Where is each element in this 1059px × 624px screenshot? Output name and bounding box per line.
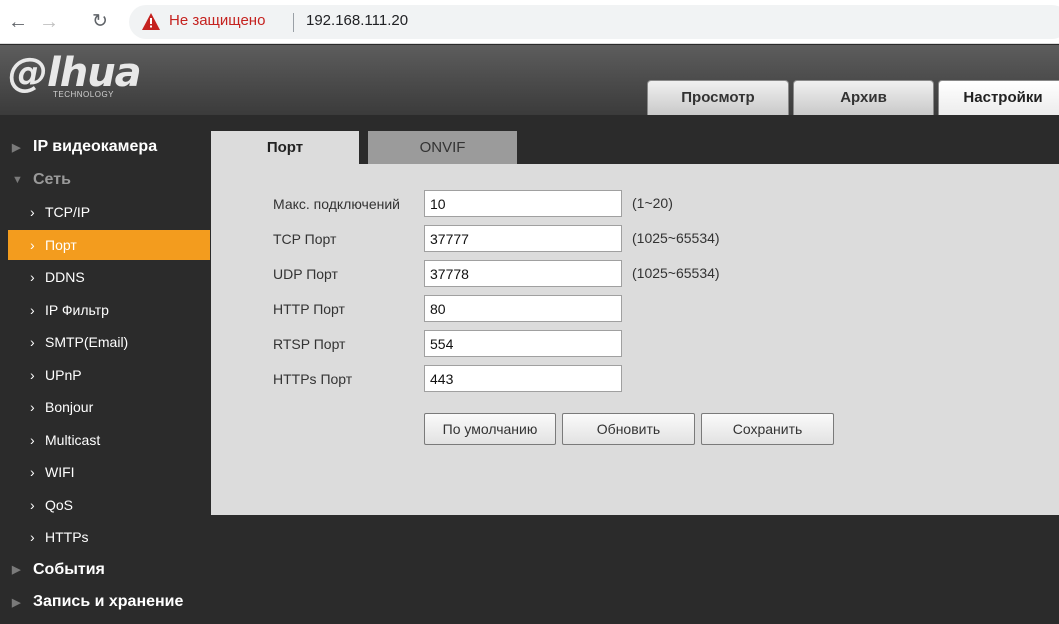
field-range: (1025~65534) <box>632 265 720 281</box>
sidebar-item-storage[interactable]: ▶ Запись и хранение <box>0 586 210 619</box>
chevron-right-icon: › <box>30 204 35 221</box>
tab-port[interactable]: Порт <box>211 131 359 164</box>
triangle-right-icon: ▶ <box>12 141 21 154</box>
security-status[interactable]: Не защищено <box>169 12 265 29</box>
app-header: @lhua TECHNOLOGY Просмотр Архив Настройк… <box>0 45 1059 115</box>
arrow-left-icon[interactable]: ← <box>5 9 31 35</box>
sidebar-item-label: SMTP(Email) <box>45 334 129 351</box>
field-label: Макс. подключений <box>273 196 400 212</box>
tcp-port-input[interactable] <box>424 225 622 252</box>
sidebar-item-label: Сеть <box>33 170 71 188</box>
udp-port-input[interactable] <box>424 260 622 287</box>
sidebar-item-label: События <box>33 560 105 578</box>
field-label: UDP Порт <box>273 266 338 282</box>
chevron-right-icon: › <box>30 399 35 416</box>
refresh-button[interactable]: Обновить <box>562 413 695 445</box>
sidebar-item-smtp[interactable]: › SMTP(Email) <box>0 326 210 359</box>
sidebar-item-events[interactable]: ▶ События <box>0 554 210 587</box>
rtsp-port-input[interactable] <box>424 330 622 357</box>
save-button[interactable]: Сохранить <box>701 413 834 445</box>
chevron-right-icon: › <box>30 431 35 448</box>
sidebar-item-upnp[interactable]: › UPnP <box>0 359 210 392</box>
triangle-down-icon: ▼ <box>12 173 23 186</box>
url-text[interactable]: 192.168.111.20 <box>306 12 408 29</box>
port-settings-panel: Макс. подключений (1~20) TCP Порт (1025~… <box>211 164 1059 515</box>
arrow-right-icon[interactable]: → <box>36 9 62 35</box>
sidebar-item-label: WIFI <box>45 464 75 481</box>
sidebar-item-label: TCP/IP <box>45 204 91 221</box>
sidebar-item-network[interactable]: ▼ Сеть <box>0 164 210 197</box>
browser-toolbar: ← → ↻ Не защищено 192.168.111.20 <box>0 0 1059 44</box>
sidebar-item-qos[interactable]: › QoS <box>0 489 210 522</box>
sidebar-item-label: Запись и хранение <box>33 593 184 611</box>
tab-preview[interactable]: Просмотр <box>647 80 789 115</box>
sidebar-item-label: QoS <box>45 496 74 513</box>
field-label: HTTPs Порт <box>273 371 353 387</box>
sidebar-item-bonjour[interactable]: › Bonjour <box>0 391 210 424</box>
chevron-right-icon: › <box>30 529 35 546</box>
reload-icon[interactable]: ↻ <box>87 9 113 35</box>
sidebar-item-tcpip[interactable]: › TCP/IP <box>0 196 210 229</box>
field-range: (1~20) <box>632 195 673 211</box>
sidebar-item-label: Bonjour <box>45 399 94 416</box>
omnibox-divider <box>293 13 294 32</box>
sidebar-item-label: Multicast <box>45 431 101 448</box>
max-connections-input[interactable] <box>424 190 622 217</box>
field-label: TCP Порт <box>273 231 337 247</box>
chevron-right-icon: › <box>30 464 35 481</box>
triangle-right-icon: ▶ <box>12 564 21 577</box>
chevron-right-icon: › <box>30 269 35 286</box>
sidebar-item-label: DDNS <box>45 269 85 286</box>
field-label: HTTP Порт <box>273 301 345 317</box>
warning-triangle-icon[interactable] <box>142 13 160 30</box>
sidebar-item-ip-filter[interactable]: › IP Фильтр <box>0 294 210 327</box>
address-bar[interactable]: Не защищено 192.168.111.20 <box>129 5 1059 39</box>
sidebar-item-multicast[interactable]: › Multicast <box>0 424 210 457</box>
sidebar-item-ip-camera[interactable]: ▶ IP видеокамера <box>0 131 210 164</box>
sidebar: ▶ IP видеокамера ▼ Сеть › TCP/IP › Порт … <box>0 131 210 619</box>
http-port-input[interactable] <box>424 295 622 322</box>
sidebar-item-label: UPnP <box>45 366 82 383</box>
chevron-right-icon: › <box>30 366 35 383</box>
chevron-right-icon: › <box>30 301 35 318</box>
sidebar-item-label: Порт <box>45 236 77 253</box>
field-label: RTSP Порт <box>273 336 346 352</box>
chevron-right-icon: › <box>30 334 35 351</box>
sidebar-item-label: IP видеокамера <box>33 138 158 156</box>
sidebar-item-https[interactable]: › HTTPs <box>0 521 210 554</box>
triangle-right-icon: ▶ <box>12 596 21 609</box>
tab-onvif[interactable]: ONVIF <box>368 131 517 164</box>
sidebar-item-label: IP Фильтр <box>45 301 109 318</box>
sidebar-item-label: HTTPs <box>45 529 89 546</box>
dahua-logo: @lhua <box>8 50 142 96</box>
chevron-right-icon: › <box>30 496 35 513</box>
sidebar-item-wifi[interactable]: › WIFI <box>0 456 210 489</box>
https-port-input[interactable] <box>424 365 622 392</box>
chevron-right-icon: › <box>30 236 35 253</box>
tab-settings[interactable]: Настройки <box>938 80 1059 115</box>
sidebar-item-ddns[interactable]: › DDNS <box>0 261 210 294</box>
field-range: (1025~65534) <box>632 230 720 246</box>
sidebar-item-port[interactable]: › Порт <box>8 229 210 260</box>
tab-archive[interactable]: Архив <box>793 80 934 115</box>
default-button[interactable]: По умолчанию <box>424 413 556 445</box>
logo-subtitle: TECHNOLOGY <box>53 90 115 99</box>
